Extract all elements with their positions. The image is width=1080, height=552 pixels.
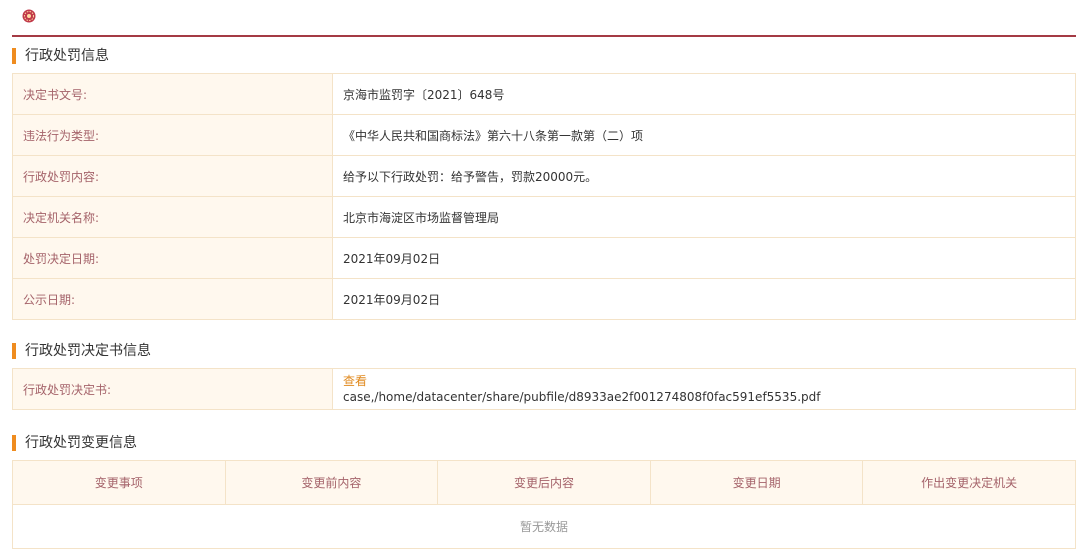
- table-row: 决定书文号: 京海市监罚字〔2021〕648号: [12, 73, 1076, 115]
- table-row: 暂无数据: [12, 504, 1076, 549]
- table-row: 行政处罚决定书: 查看 case,/home/datacenter/share/…: [12, 368, 1076, 410]
- column-header: 变更前内容: [224, 460, 439, 505]
- field-label: 决定书文号:: [12, 73, 333, 115]
- table-row: 公示日期: 2021年09月02日: [12, 278, 1076, 320]
- decision-doc-table: 行政处罚决定书: 查看 case,/home/datacenter/share/…: [12, 368, 1076, 410]
- column-header: 作出变更决定机关: [862, 460, 1076, 505]
- penalty-info-table: 决定书文号: 京海市监罚字〔2021〕648号 违法行为类型: 《中华人民共和国…: [12, 73, 1076, 320]
- field-value: 2021年09月02日: [332, 237, 1076, 279]
- table-row: 行政处罚内容: 给予以下行政处罚：给予警告，罚款20000元。: [12, 155, 1076, 197]
- field-label: 公示日期:: [12, 278, 333, 320]
- field-value: 给予以下行政处罚：给予警告，罚款20000元。: [332, 155, 1076, 197]
- top-bar: [12, 0, 1076, 37]
- column-header: 变更后内容: [437, 460, 651, 505]
- field-label: 决定机关名称:: [12, 196, 333, 238]
- section-title-decision-doc: 行政处罚决定书信息: [12, 341, 151, 361]
- field-label: 处罚决定日期:: [12, 237, 333, 279]
- field-value: 京海市监罚字〔2021〕648号: [332, 73, 1076, 115]
- field-value: 北京市海淀区市场监督管理局: [332, 196, 1076, 238]
- field-value: 2021年09月02日: [332, 278, 1076, 320]
- field-label: 行政处罚决定书:: [12, 368, 333, 410]
- table-row: 决定机关名称: 北京市海淀区市场监督管理局: [12, 196, 1076, 238]
- table-header-row: 变更事项 变更前内容 变更后内容 变更日期 作出变更决定机关: [12, 460, 1076, 505]
- section-title-penalty-info: 行政处罚信息: [12, 46, 109, 66]
- empty-state-text: 暂无数据: [12, 504, 1076, 549]
- field-label: 行政处罚内容:: [12, 155, 333, 197]
- field-value: 查看 case,/home/datacenter/share/pubfile/d…: [332, 368, 1076, 410]
- field-label: 违法行为类型:: [12, 114, 333, 156]
- section-title-changes: 行政处罚变更信息: [12, 433, 137, 453]
- column-header: 变更日期: [649, 460, 864, 505]
- view-document-link[interactable]: 查看: [343, 374, 1065, 389]
- column-header: 变更事项: [12, 460, 226, 505]
- document-path: case,/home/datacenter/share/pubfile/d893…: [343, 389, 821, 404]
- logo-icon: [22, 9, 36, 23]
- table-row: 违法行为类型: 《中华人民共和国商标法》第六十八条第一款第（二）项: [12, 114, 1076, 156]
- changes-table: 变更事项 变更前内容 变更后内容 变更日期 作出变更决定机关 暂无数据: [12, 460, 1076, 549]
- table-row: 处罚决定日期: 2021年09月02日: [12, 237, 1076, 279]
- field-value: 《中华人民共和国商标法》第六十八条第一款第（二）项: [332, 114, 1076, 156]
